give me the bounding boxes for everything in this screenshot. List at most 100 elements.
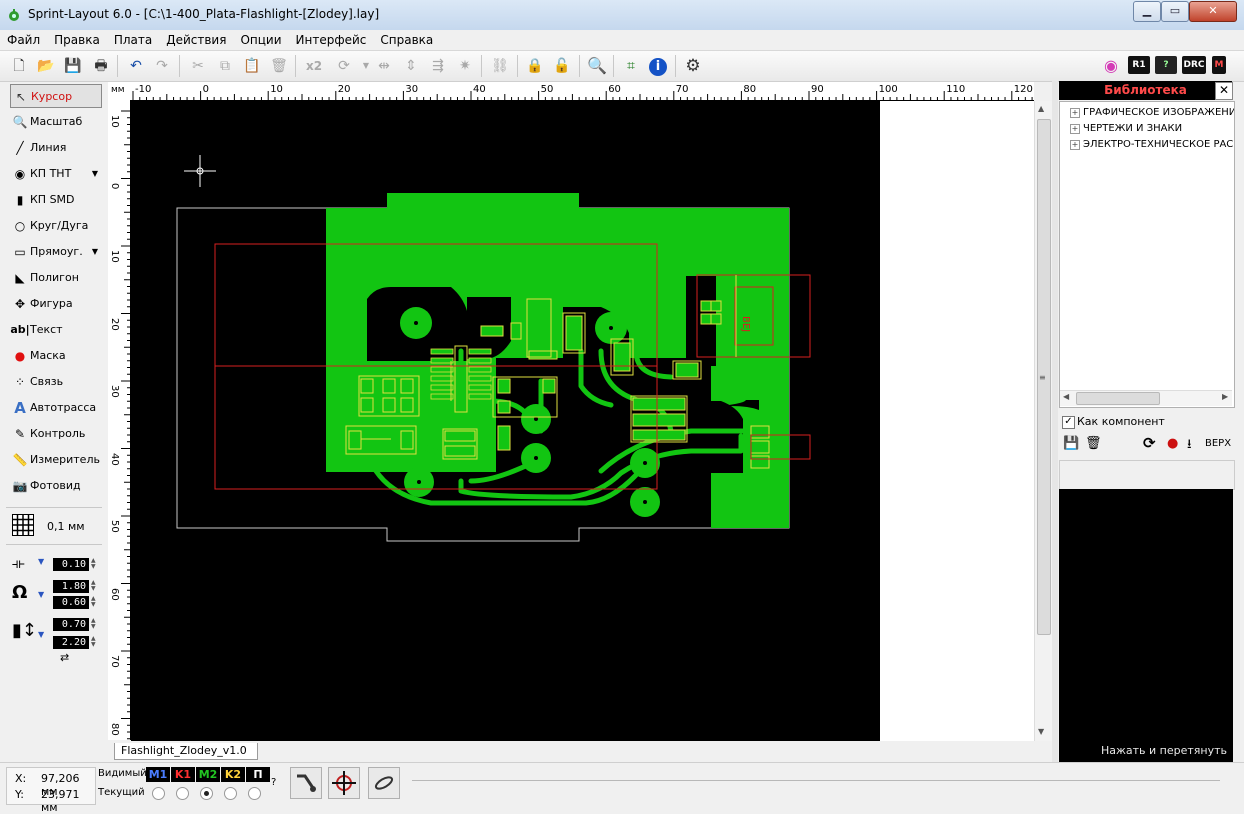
tool-figure[interactable]: ✥ Фигура — [10, 292, 102, 316]
layer-k1-radio[interactable] — [176, 787, 189, 800]
redo-icon[interactable]: ↷ — [151, 55, 173, 77]
paste-icon[interactable]: 📋 — [241, 55, 263, 77]
library-rotate-icon[interactable]: ⟳ — [1143, 434, 1156, 452]
layer-p-radio[interactable] — [248, 787, 261, 800]
menu-file[interactable]: Файл — [0, 30, 47, 47]
pad-inner-spinner[interactable]: ▲ ▼ — [91, 596, 99, 609]
menu-interface[interactable]: Интерфейс — [289, 30, 374, 47]
smd-height-value[interactable]: 2.20 — [53, 636, 89, 649]
document-tab[interactable]: Flashlight_Zlodey_v1.0 — [114, 743, 258, 760]
tool-line[interactable]: ╱ Линия — [10, 136, 102, 160]
minimize-button[interactable]: ▁ — [1133, 1, 1161, 22]
pcb-drawing[interactable]: BEJ — [131, 101, 880, 741]
chevron-down-icon[interactable]: ▼ — [38, 590, 44, 599]
layer-m2-button[interactable]: M2 — [196, 767, 220, 782]
canvas-margin[interactable] — [880, 101, 1034, 741]
info-icon[interactable]: i — [647, 55, 669, 77]
crop-snap-icon[interactable]: ⌗ — [620, 55, 642, 77]
layer-k2-button[interactable]: K2 — [221, 767, 245, 782]
tool-cursor[interactable]: ↖ Курсор — [10, 84, 102, 108]
delete-icon[interactable]: 🗑 — [268, 55, 290, 77]
chevron-down-icon[interactable]: ▼ — [38, 557, 44, 566]
splitter[interactable] — [1052, 81, 1058, 763]
lock-icon[interactable]: 🔒 — [524, 55, 546, 77]
track-width-spinner[interactable]: ▲ ▼ — [91, 558, 99, 571]
grid-value[interactable]: 0,1 мм — [47, 520, 85, 533]
menu-board[interactable]: Плата — [107, 30, 159, 47]
target-crosshair-icon[interactable] — [328, 767, 360, 799]
tool-polygon[interactable]: ◣ Полигон — [10, 266, 102, 290]
tool-smd-pad[interactable]: ▮ КП SMD — [10, 188, 102, 212]
library-close-button[interactable]: ✕ — [1215, 82, 1233, 100]
expand-plus-icon[interactable]: + — [1070, 108, 1080, 118]
tool-photoview[interactable]: 📷 Фотовид — [10, 474, 102, 498]
chevron-down-icon[interactable]: ▼ — [38, 630, 44, 639]
print-icon[interactable]: 🖶 — [90, 55, 112, 77]
duplicate-x2-button[interactable]: x2 — [303, 55, 325, 77]
mirror-vertical-icon[interactable]: ⇕ — [400, 55, 422, 77]
library-scroll-thumb[interactable] — [1076, 392, 1160, 405]
smd-width-spinner[interactable]: ▲ ▼ — [91, 618, 99, 631]
layer-k1-button[interactable]: K1 — [171, 767, 195, 782]
tool-control[interactable]: ✎ Контроль — [10, 422, 102, 446]
zoom-search-icon[interactable]: 🔍 — [586, 55, 608, 77]
layer-m1-button[interactable]: M1 — [146, 767, 170, 782]
layer-p-button[interactable]: П — [246, 767, 270, 782]
r1-button[interactable]: R1 — [1128, 56, 1150, 74]
vertical-scrollbar[interactable]: ▲ ≡ ▼ — [1034, 101, 1052, 741]
pad-outer-spinner[interactable]: ▲ ▼ — [91, 580, 99, 593]
library-place-icon[interactable]: ⭳ — [1187, 435, 1192, 457]
expand-plus-icon[interactable]: + — [1070, 124, 1080, 134]
tree-item-electrical[interactable]: + ЭЛЕКТРО-ТЕХНИЧЕСКОЕ РАСП — [1070, 139, 1234, 150]
pad-outer-value[interactable]: 1.80 — [53, 580, 89, 593]
rotate-icon[interactable]: ⟳ — [333, 55, 355, 77]
menu-options[interactable]: Опции — [233, 30, 288, 47]
gear-3d-icon[interactable]: ⚙ — [682, 55, 704, 77]
smd-width-value[interactable]: 0.70 — [53, 618, 89, 631]
menu-help[interactable]: Справка — [373, 30, 440, 47]
menu-edit[interactable]: Правка — [47, 30, 107, 47]
tool-tht-pad[interactable]: ◉ КП ТНТ ▼ — [10, 162, 102, 186]
library-tree[interactable]: + ГРАФИЧЕСКОЕ ИЗОБРАЖЕНИЕ + ЧЕРТЕЖИ И ЗНАК… — [1059, 101, 1235, 408]
connection-link-icon[interactable] — [368, 767, 400, 799]
align-icon[interactable]: ⇶ — [427, 55, 449, 77]
as-component-checkbox[interactable]: ✓ — [1062, 416, 1075, 429]
cut-icon[interactable]: ✂ — [187, 55, 209, 77]
tool-connection[interactable]: ⁘ Связь — [10, 370, 102, 394]
chevron-down-icon[interactable]: ▼ — [92, 240, 98, 264]
unlock-icon[interactable]: 🔓 — [551, 55, 573, 77]
tool-circle-arc[interactable]: ○ Круг/Дуга — [10, 214, 102, 238]
expand-plus-icon[interactable]: + — [1070, 140, 1080, 150]
scroll-left-icon[interactable]: ◀ — [1063, 392, 1069, 401]
layer-k2-radio[interactable] — [224, 787, 237, 800]
library-record-icon[interactable]: ● — [1167, 436, 1178, 451]
layer-m2-radio[interactable] — [200, 787, 213, 800]
library-preview[interactable]: Нажать и перетянуть — [1059, 489, 1233, 763]
chevron-down-icon[interactable]: ▼ — [92, 162, 98, 186]
library-side-label[interactable]: ВЕРХ — [1205, 438, 1231, 449]
layer-help-button[interactable]: ? — [271, 777, 276, 788]
open-folder-icon[interactable]: 📂 — [35, 55, 57, 77]
pad-inner-value[interactable]: 0.60 — [53, 596, 89, 609]
swap-size-icon[interactable]: ⇄ — [60, 651, 69, 664]
pad-ring-icon[interactable]: ◉ — [1100, 55, 1122, 77]
undo-icon[interactable]: ↶ — [125, 55, 147, 77]
tool-measure[interactable]: 📏 Измеритель — [10, 448, 102, 472]
copy-icon[interactable]: ⧉ — [214, 55, 236, 77]
library-horizontal-scrollbar[interactable]: ◀ ▶ — [1060, 390, 1232, 406]
scroll-right-icon[interactable]: ▶ — [1222, 392, 1228, 401]
drc-button[interactable]: DRC — [1182, 56, 1206, 74]
maximize-button[interactable]: ▭ — [1161, 1, 1189, 22]
scroll-down-icon[interactable]: ▼ — [1038, 727, 1044, 736]
smd-height-spinner[interactable]: ▲ ▼ — [91, 636, 99, 649]
tree-item-graphics[interactable]: + ГРАФИЧЕСКОЕ ИЗОБРАЖЕНИЕ — [1070, 107, 1234, 118]
tool-autoroute[interactable]: A Автотрасса — [10, 396, 102, 420]
menu-actions[interactable]: Действия — [159, 30, 233, 47]
track-width-value[interactable]: 0.10 — [53, 558, 89, 571]
tool-rectangle[interactable]: ▭ Прямоуг. ▼ — [10, 240, 102, 264]
pcb-canvas[interactable]: BEJ — [131, 101, 880, 741]
layer-m1-radio[interactable] — [152, 787, 165, 800]
group-icon[interactable]: ⛓ — [489, 55, 511, 77]
new-file-icon[interactable]: 🗋 — [8, 55, 30, 77]
scroll-up-icon[interactable]: ▲ — [1038, 104, 1044, 113]
